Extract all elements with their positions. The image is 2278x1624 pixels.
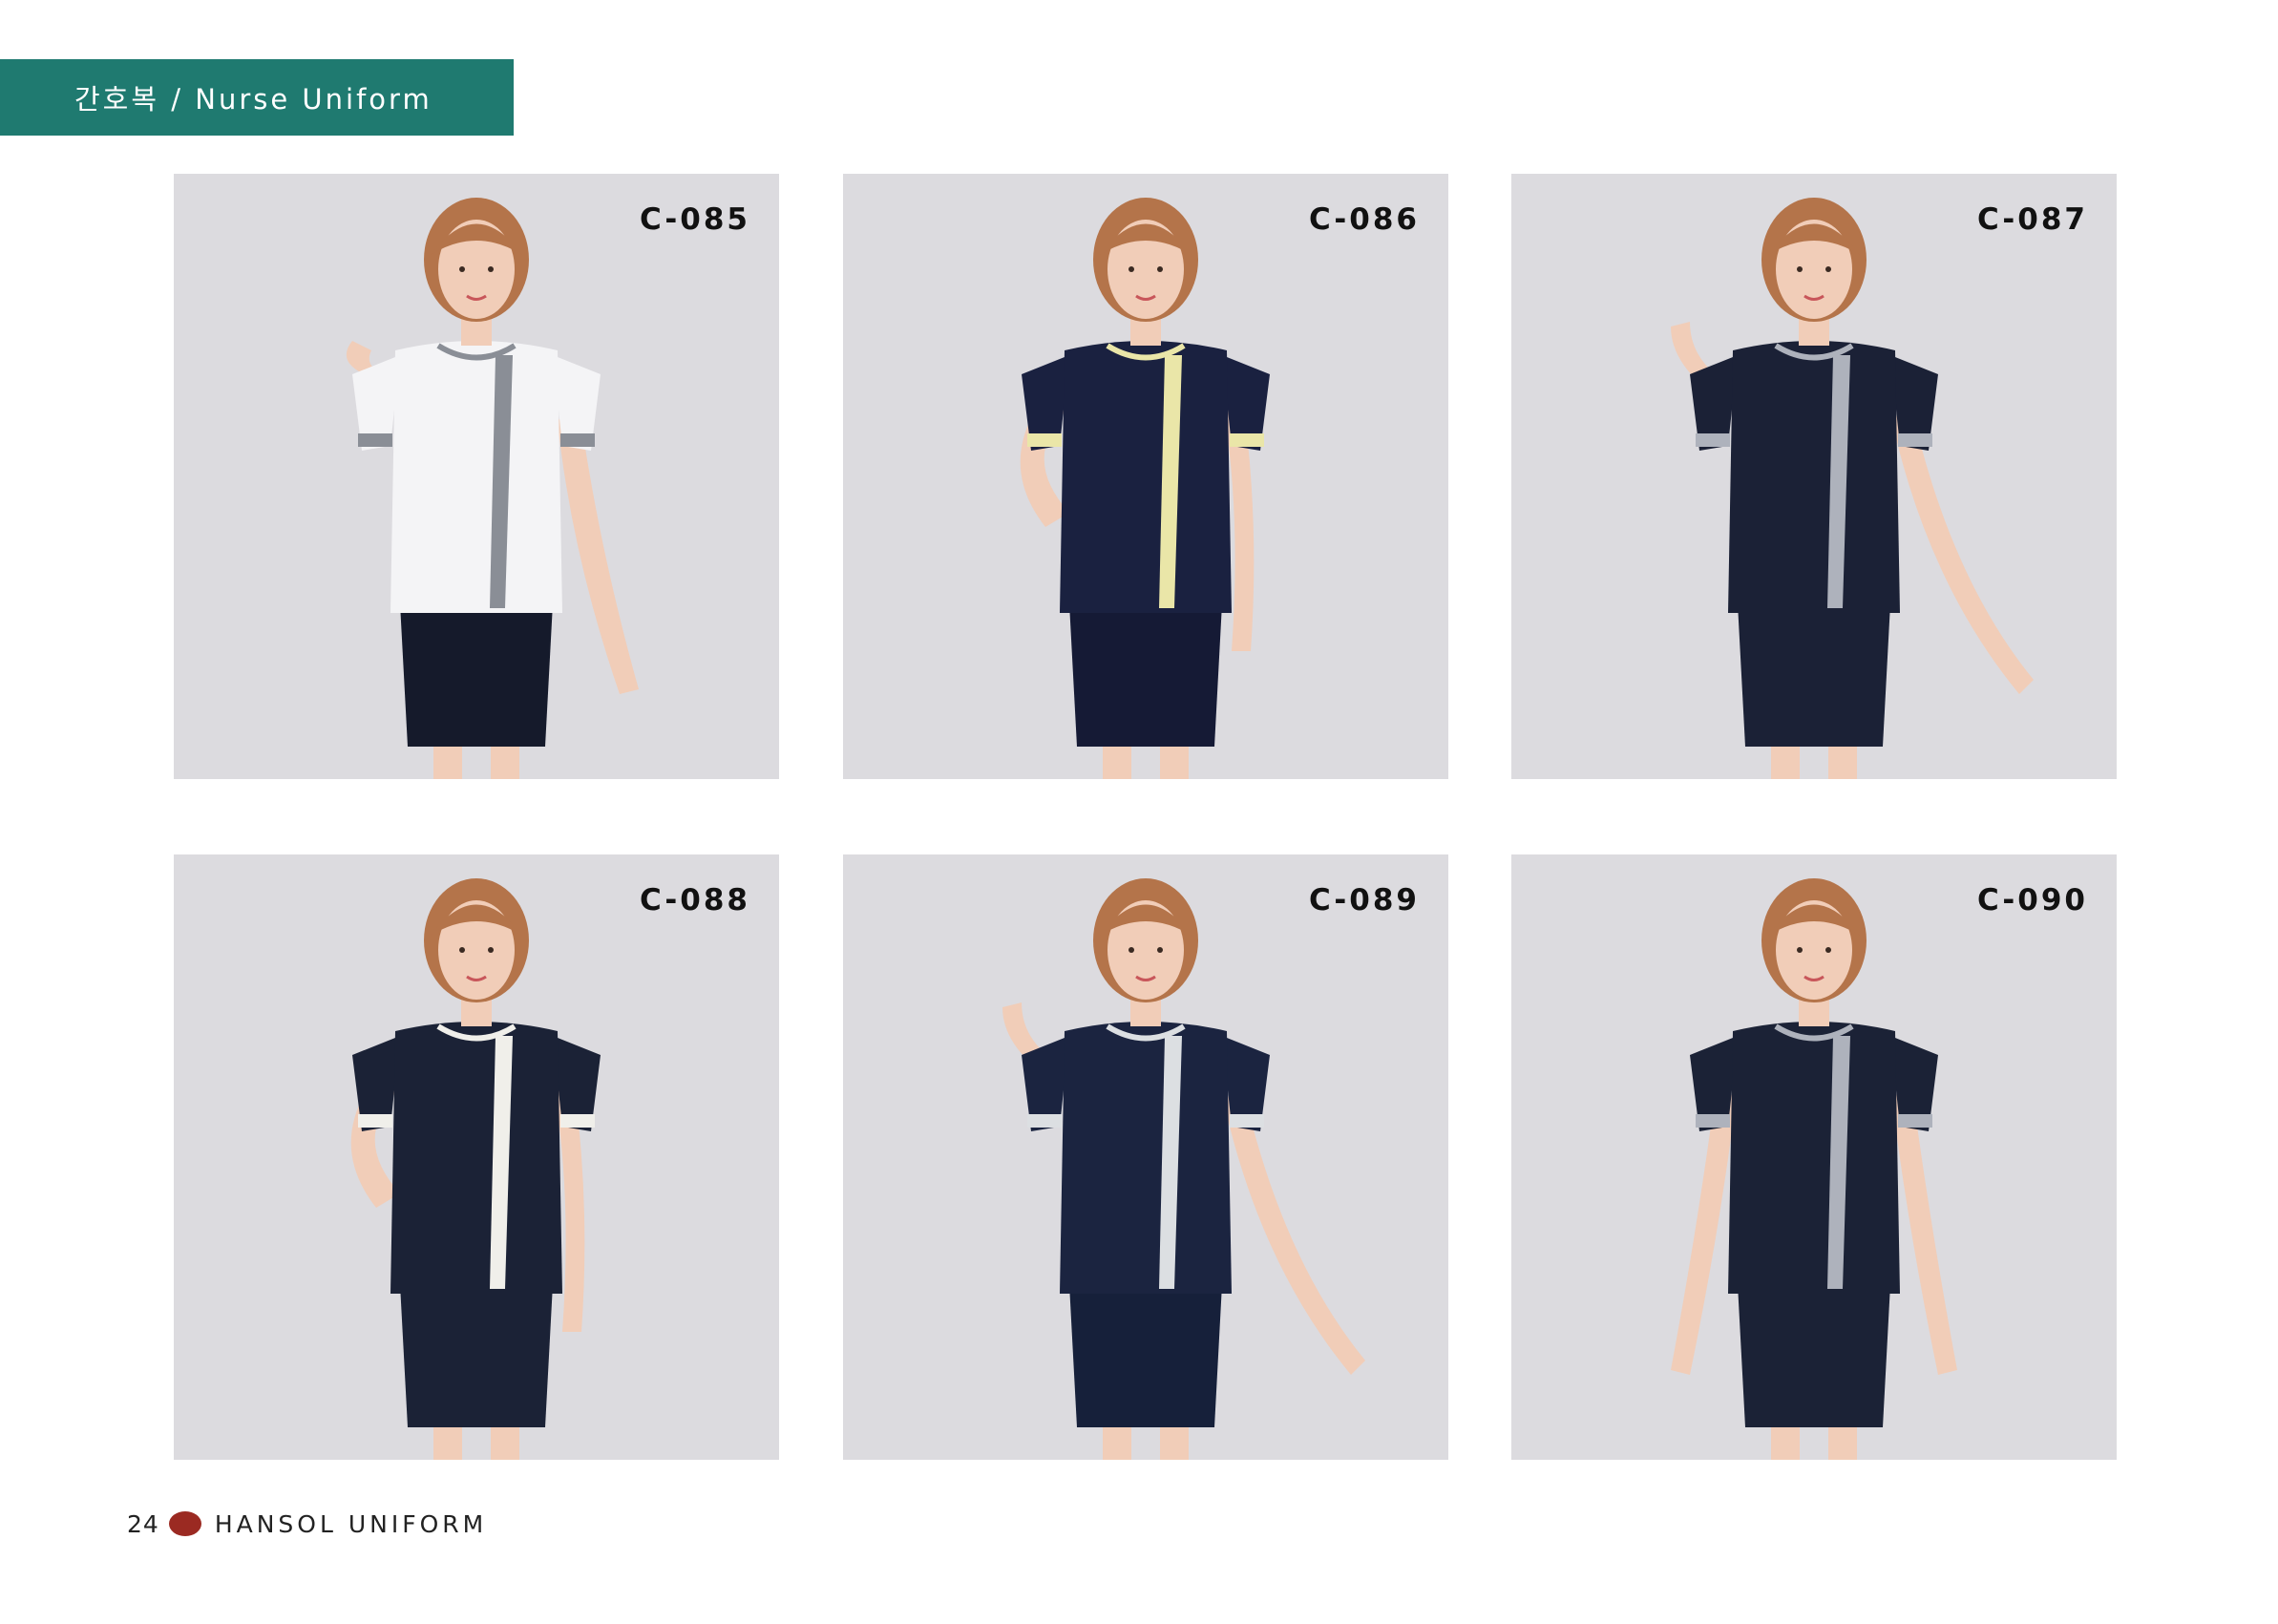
model-eye xyxy=(459,266,465,272)
model-eye xyxy=(488,947,494,953)
skirt xyxy=(1738,603,1890,747)
product-code: C-086 xyxy=(1308,202,1420,237)
model-eye xyxy=(1825,947,1831,953)
sleeve-trim xyxy=(1230,1114,1264,1128)
sleeve-trim xyxy=(1898,433,1932,447)
sleeve-trim xyxy=(358,1114,392,1128)
product-code: C-089 xyxy=(1308,883,1420,917)
sleeve-trim xyxy=(1027,1114,1062,1128)
tunic-top xyxy=(1728,341,1900,613)
model-photo xyxy=(346,198,639,779)
model-eye xyxy=(1128,266,1134,272)
sleeve-trim xyxy=(1696,433,1730,447)
page-number: 24 xyxy=(127,1509,159,1538)
section-header-banner: 간호복 / Nurse Uniform xyxy=(0,59,514,136)
skirt xyxy=(400,1284,553,1427)
tunic-top xyxy=(390,341,562,613)
skirt xyxy=(1069,603,1222,747)
product-card: C-089 xyxy=(843,854,1448,1460)
tunic-top xyxy=(390,1022,562,1294)
model-eye xyxy=(1128,947,1134,953)
sleeve-trim xyxy=(1027,433,1062,447)
model-photo xyxy=(350,878,601,1460)
sleeve-trim xyxy=(1696,1114,1730,1128)
model-photo xyxy=(1671,198,2034,779)
product-card: C-088 xyxy=(174,854,779,1460)
product-card: C-086 xyxy=(843,174,1448,779)
product-code: C-088 xyxy=(639,883,750,917)
sleeve-trim xyxy=(560,433,595,447)
product-card: C-090 xyxy=(1511,854,2117,1460)
model-eye xyxy=(1157,947,1163,953)
skirt xyxy=(1738,1284,1890,1427)
model-eye xyxy=(488,266,494,272)
sleeve-trim xyxy=(1898,1114,1932,1128)
model-eye xyxy=(459,947,465,953)
tunic-top xyxy=(1728,1022,1900,1294)
brand-name: HANSOL UNIFORM xyxy=(214,1509,488,1538)
tunic-top xyxy=(1060,1022,1232,1294)
model-photo xyxy=(1671,878,1957,1460)
product-code: C-090 xyxy=(1976,883,2088,917)
page-footer: 24 HANSOL UNIFORM xyxy=(127,1508,487,1539)
product-code: C-085 xyxy=(639,202,750,237)
section-title: 간호복 / Nurse Uniform xyxy=(74,83,432,116)
skirt xyxy=(1069,1284,1222,1427)
product-card: C-085 xyxy=(174,174,779,779)
model-photo xyxy=(1020,198,1270,779)
sleeve-trim xyxy=(1230,433,1264,447)
skirt xyxy=(400,603,553,747)
model-eye xyxy=(1157,266,1163,272)
sleeve-trim xyxy=(358,433,392,447)
model-eye xyxy=(1825,266,1831,272)
model-eye xyxy=(1797,947,1803,953)
model-eye xyxy=(1797,266,1803,272)
brand-logo-dot xyxy=(168,1511,201,1536)
product-code: C-087 xyxy=(1976,202,2088,237)
sleeve-trim xyxy=(560,1114,595,1128)
product-card: C-087 xyxy=(1511,174,2117,779)
model-photo xyxy=(1002,878,1365,1460)
tunic-top xyxy=(1060,341,1232,613)
